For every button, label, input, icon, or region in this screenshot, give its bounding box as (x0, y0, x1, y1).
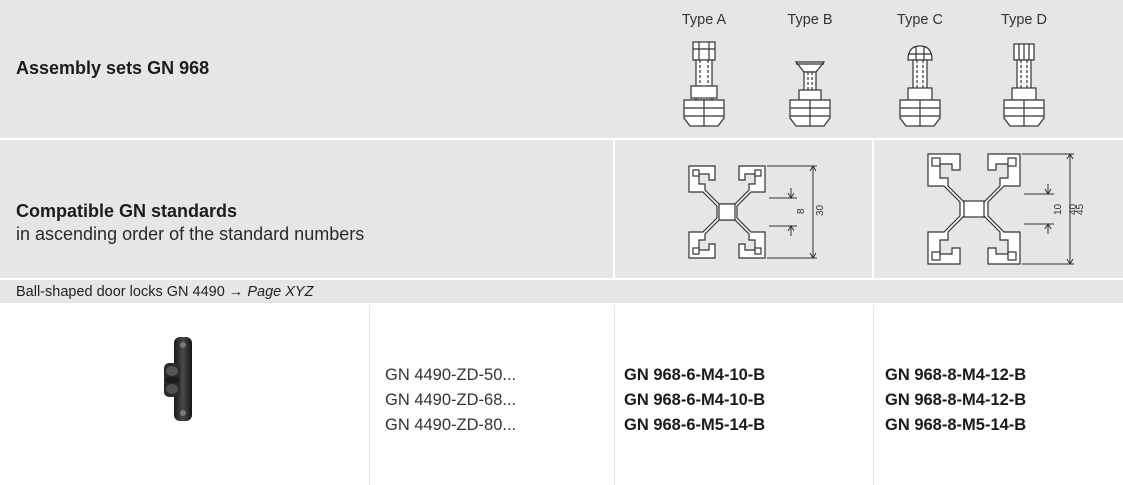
gn-code-1: GN 4490-ZD-50... (385, 366, 517, 384)
type-b-label: Type B (787, 12, 833, 28)
dim-45-label: 45 (1075, 203, 1084, 215)
set-45-list: GN 968-8-M4-12-B GN 968-8-M4-12-B GN 968… (885, 363, 1026, 438)
screw-type-d-icon (1003, 43, 1045, 127)
profile-30-cell: 8 30 (615, 140, 872, 278)
ball-door-lock-photo (164, 337, 192, 421)
set-30-code-1: GN 968-6-M4-10-B (624, 366, 766, 384)
screw-type-c-icon (899, 45, 941, 127)
dim-8-label: 8 (796, 208, 807, 214)
gn-code-list: GN 4490-ZD-50... GN 4490-ZD-68... GN 449… (385, 363, 516, 438)
header-row: Assembly sets GN 968 Type A Type B Type … (0, 0, 1123, 138)
dim-10-label: 10 (1053, 203, 1064, 215)
set-30-list: GN 968-6-M4-10-B GN 968-6-M4-10-B GN 968… (624, 363, 765, 438)
group-header: Ball-shaped door locks GN 4490 → Page XY… (0, 280, 1123, 303)
divider-2 (614, 305, 615, 485)
profile-30-icon: 8 30 (688, 165, 825, 259)
group-text: Ball-shaped door locks GN 4490 → (16, 284, 248, 300)
type-d-label: Type D (1001, 12, 1047, 28)
set-45-code-3: GN 968-8-M5-14-B (885, 416, 1027, 434)
divider-1 (369, 305, 370, 485)
group-title: Ball-shaped door locks GN 4490 → Page XY… (16, 284, 313, 300)
compat-row-label-cell: Compatible GN standards in ascending ord… (0, 140, 613, 278)
screw-type-b-icon (789, 61, 831, 127)
data-row: GN 4490-ZD-50... GN 4490-ZD-68... GN 449… (0, 305, 1123, 485)
profile-45-icon: 10 40 45 (927, 153, 1084, 265)
table-title: Assembly sets GN 968 (16, 58, 210, 78)
type-c-label: Type C (897, 12, 943, 28)
compat-title: Compatible GN standards (16, 201, 238, 221)
set-30-code-3: GN 968-6-M5-14-B (624, 416, 766, 434)
dim-30-label: 30 (815, 204, 825, 216)
compat-subtitle: in ascending order of the standard numbe… (16, 224, 365, 244)
set-30-code-2: GN 968-6-M4-10-B (624, 391, 766, 409)
assembly-table: Assembly sets GN 968 Type A Type B Type … (0, 0, 1123, 485)
set-45-code-2: GN 968-8-M4-12-B (885, 391, 1027, 409)
divider-3 (873, 305, 874, 485)
screw-type-a-icon (683, 41, 725, 127)
profile-45-cell: 10 40 45 (874, 140, 1123, 278)
set-45-code-1: GN 968-8-M4-12-B (885, 366, 1027, 384)
gn-code-3: GN 4490-ZD-80... (385, 416, 517, 434)
type-a-label: Type A (681, 12, 727, 28)
gn-code-2: GN 4490-ZD-68... (385, 391, 517, 409)
group-page-link[interactable]: Page XYZ (247, 284, 313, 300)
